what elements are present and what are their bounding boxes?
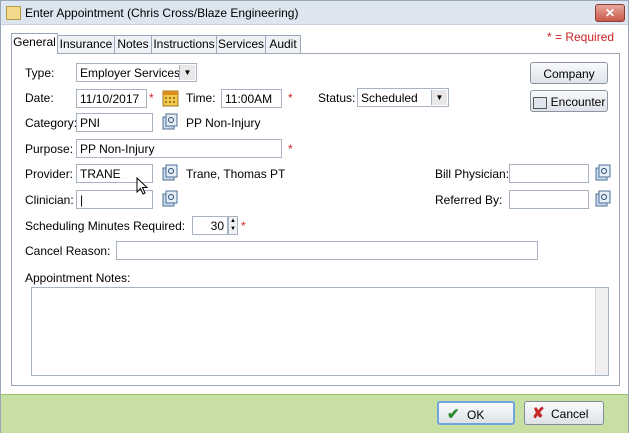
status-value: Scheduled (361, 91, 418, 105)
cancel-label: Cancel (551, 407, 589, 421)
encounter-label: Encounter (550, 95, 606, 109)
spin-down-icon[interactable]: ▼ (229, 225, 237, 233)
close-button[interactable]: ✕ (595, 4, 625, 22)
dialog-footer: ✔ OK ✘ Cancel (1, 394, 628, 433)
appointment-window: Enter Appointment (Chris Cross/Blaze Eng… (0, 0, 629, 433)
minutes-spinner[interactable]: ▲ ▼ (228, 216, 238, 235)
chevron-down-icon[interactable]: ▼ (431, 90, 447, 105)
company-button[interactable]: Company (530, 62, 608, 84)
referred-by-label: Referred By: (435, 193, 503, 207)
tab-insurance[interactable]: Insurance (57, 35, 115, 53)
window-title: Enter Appointment (Chris Cross/Blaze Eng… (25, 6, 299, 20)
app-icon (6, 6, 21, 20)
bill-physician-field[interactable] (509, 164, 589, 183)
checkmark-icon: ✔ (447, 406, 460, 423)
category-label: Category: (25, 116, 78, 130)
category-field[interactable]: PNI (76, 113, 153, 132)
provider-description: Trane, Thomas PT (186, 167, 286, 181)
required-marker: * (241, 219, 246, 233)
appointment-notes-label: Appointment Notes: (25, 271, 131, 285)
status-label: Status: (318, 91, 356, 105)
encounter-icon (532, 96, 547, 109)
date-label: Date: (25, 91, 54, 105)
clinician-label: Clinician: (25, 193, 74, 207)
required-marker: * (149, 91, 154, 105)
mouse-pointer-icon (136, 176, 150, 195)
required-marker: * (288, 142, 293, 156)
title-bar[interactable]: Enter Appointment (Chris Cross/Blaze Eng… (1, 1, 628, 25)
date-field[interactable]: 11/10/2017 (76, 89, 147, 108)
notes-scrollbar[interactable] (595, 288, 608, 375)
type-label: Type: (25, 66, 55, 80)
encounter-button[interactable]: Encounter (530, 90, 608, 112)
lookup-icon[interactable] (594, 164, 611, 182)
purpose-field[interactable]: PP Non-Injury (76, 139, 282, 158)
required-legend: * = Required (547, 30, 615, 44)
lookup-icon[interactable] (594, 190, 611, 208)
sched-minutes-label: Scheduling Minutes Required: (25, 219, 186, 233)
cancel-button[interactable]: ✘ Cancel (524, 401, 604, 425)
cancel-reason-label: Cancel Reason: (25, 244, 111, 258)
chevron-down-icon[interactable]: ▼ (179, 65, 195, 80)
referred-by-field[interactable] (509, 190, 589, 209)
required-marker: * (288, 91, 293, 105)
cancel-reason-field[interactable] (116, 241, 538, 260)
ok-label: OK (467, 408, 485, 422)
purpose-label: Purpose: (25, 142, 74, 156)
tab-audit[interactable]: Audit (265, 35, 301, 53)
status-select[interactable]: Scheduled ▼ (357, 88, 449, 107)
appointment-notes-field[interactable] (31, 287, 609, 376)
tab-notes[interactable]: Notes (114, 35, 152, 53)
time-label: Time: (186, 91, 216, 105)
sched-minutes-field[interactable]: 30 (192, 216, 228, 235)
provider-label: Provider: (25, 167, 74, 181)
calendar-icon[interactable] (162, 89, 179, 107)
type-select[interactable]: Employer Services ▼ (76, 63, 197, 82)
category-description: PP Non-Injury (186, 116, 261, 130)
tab-services[interactable]: Services (216, 35, 266, 53)
lookup-icon[interactable] (161, 190, 178, 208)
tab-instructions[interactable]: Instructions (151, 35, 217, 53)
tab-general[interactable]: General (11, 33, 58, 54)
spin-up-icon[interactable]: ▲ (229, 217, 237, 225)
bill-physician-label: Bill Physician: (435, 167, 510, 181)
ok-button[interactable]: ✔ OK (437, 401, 515, 425)
lookup-icon[interactable] (161, 113, 178, 131)
type-value: Employer Services (80, 66, 181, 80)
lookup-icon[interactable] (161, 164, 178, 182)
time-field[interactable]: 11:00AM (221, 89, 282, 108)
general-panel: Type: Employer Services ▼ Company Date: … (11, 53, 620, 386)
x-cancel-icon: ✘ (532, 405, 545, 422)
